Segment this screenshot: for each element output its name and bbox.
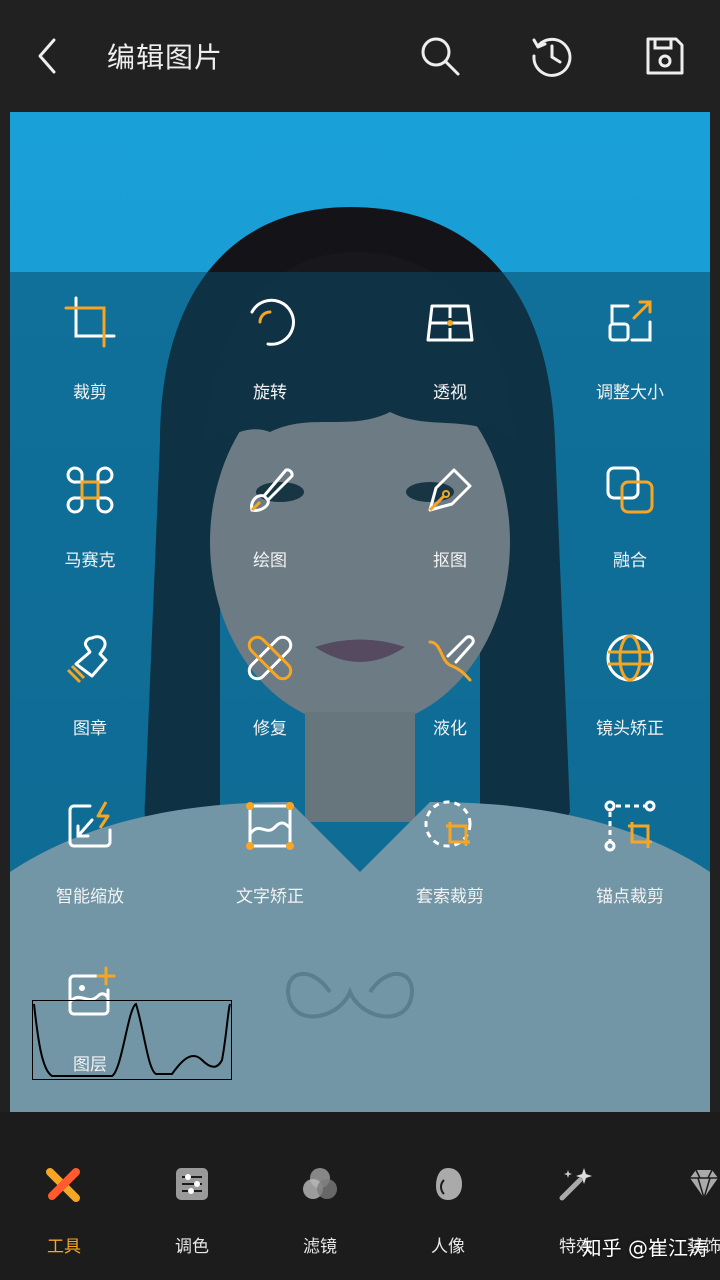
- tool-lasso-crop[interactable]: 套索裁剪: [370, 776, 530, 907]
- tool-label: 修复: [253, 719, 287, 739]
- cutout-pen-icon: [428, 468, 472, 512]
- image-canvas[interactable]: 裁剪 旋转 透视 调整大小 马赛克 绘图 抠图 融合 图章 修复 液化 镜头矫正…: [10, 112, 710, 1112]
- tool-label: 绘图: [253, 551, 287, 571]
- tool-label: 锚点裁剪: [596, 887, 664, 907]
- tool-label: 透视: [433, 383, 467, 403]
- tool-label: 镜头矫正: [596, 719, 664, 739]
- tool-label: 图章: [73, 719, 107, 739]
- histogram: [32, 1000, 232, 1080]
- page-title: 编辑图片: [107, 41, 224, 74]
- mosaic-icon: [66, 466, 114, 514]
- tool-crop[interactable]: 裁剪: [10, 272, 170, 403]
- tab-label: 滤镜: [303, 1237, 337, 1257]
- blend-icon: [606, 466, 654, 514]
- text-correct-icon: [246, 802, 294, 850]
- liquify-icon: [428, 635, 475, 682]
- tab-label: 调色: [175, 1237, 209, 1257]
- tool-label: 裁剪: [73, 383, 107, 403]
- tool-label: 调整大小: [596, 383, 664, 403]
- tool-label: 抠图: [433, 551, 467, 571]
- stamp-icon: [66, 635, 108, 684]
- smart-zoom-icon: [68, 801, 112, 848]
- tools-icon: [46, 1168, 80, 1202]
- tool-label: 马赛克: [64, 551, 116, 571]
- tool-label: 智能缩放: [56, 887, 124, 907]
- top-bar: 编辑图片: [0, 0, 720, 112]
- tool-label: 文字矫正: [236, 887, 304, 907]
- tool-stamp[interactable]: 图章: [10, 608, 170, 739]
- tab-color[interactable]: 调色: [128, 1112, 256, 1280]
- tab-filter[interactable]: 滤镜: [256, 1112, 384, 1280]
- diamond-icon: [690, 1169, 718, 1201]
- tool-mosaic[interactable]: 马赛克: [10, 440, 170, 571]
- tab-label: 人像: [431, 1237, 465, 1257]
- tool-heal[interactable]: 修复: [190, 608, 350, 739]
- crop-icon: [64, 296, 116, 348]
- tool-anchor-crop[interactable]: 锚点裁剪: [550, 776, 710, 907]
- tool-label: 融合: [613, 551, 647, 571]
- tool-lens-correct[interactable]: 镜头矫正: [550, 608, 710, 739]
- sliders-icon: [176, 1168, 208, 1200]
- tab-tools[interactable]: 工具: [0, 1112, 128, 1280]
- tool-label: 套索裁剪: [416, 887, 484, 907]
- brush-icon: [250, 468, 294, 512]
- perspective-icon: [426, 304, 474, 342]
- tool-resize[interactable]: 调整大小: [550, 272, 710, 403]
- tab-portrait[interactable]: 人像: [384, 1112, 512, 1280]
- lens-globe-icon: [606, 634, 654, 682]
- tool-label: 旋转: [253, 383, 287, 403]
- rotate-icon: [250, 298, 295, 346]
- tool-smart-zoom[interactable]: 智能缩放: [10, 776, 170, 907]
- tab-label: 工具: [47, 1237, 81, 1257]
- tool-text-correct[interactable]: 文字矫正: [190, 776, 350, 907]
- tool-draw[interactable]: 绘图: [190, 440, 350, 571]
- back-icon[interactable]: [28, 32, 72, 80]
- tool-perspective[interactable]: 透视: [370, 272, 530, 403]
- magic-wand-icon: [559, 1168, 592, 1201]
- watermark: 知乎 @崔江涛: [581, 1236, 708, 1260]
- tool-rotate[interactable]: 旋转: [190, 272, 350, 403]
- portrait-icon: [436, 1168, 462, 1200]
- tool-cutout[interactable]: 抠图: [370, 440, 530, 571]
- filter-icon: [303, 1168, 337, 1199]
- save-icon[interactable]: [643, 34, 687, 78]
- resize-icon: [608, 300, 652, 342]
- tool-blend[interactable]: 融合: [550, 440, 710, 571]
- search-icon[interactable]: [418, 34, 462, 78]
- history-icon[interactable]: [530, 34, 574, 78]
- anchor-crop-icon: [604, 800, 656, 852]
- lasso-crop-icon: [424, 800, 472, 848]
- bandage-icon: [247, 635, 293, 681]
- tool-liquify[interactable]: 液化: [370, 608, 530, 739]
- tool-label: 液化: [433, 719, 467, 739]
